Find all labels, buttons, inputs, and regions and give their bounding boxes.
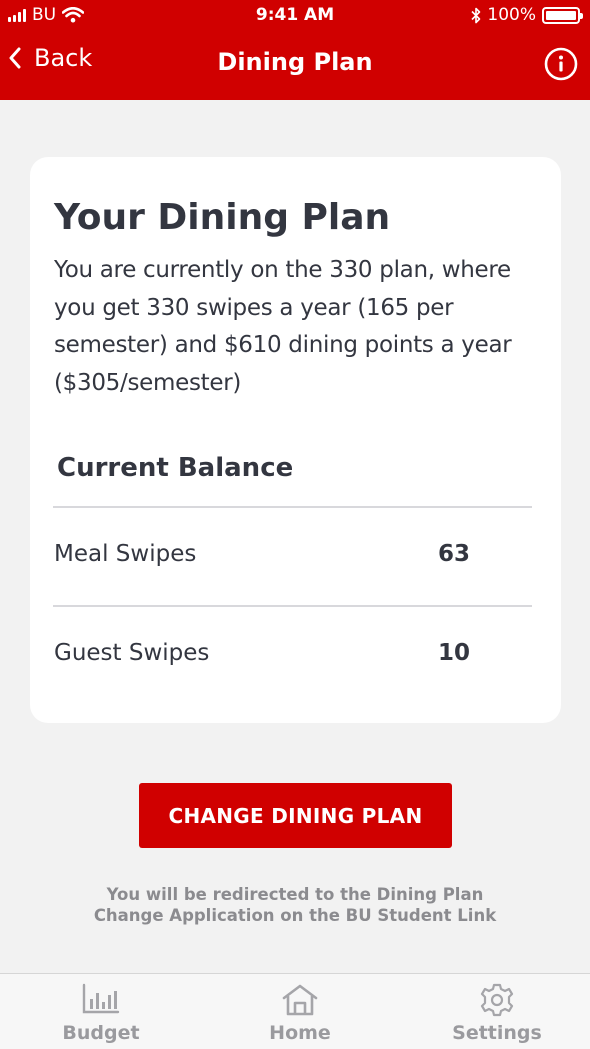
status-bar: BU 9:41 AM 100%: [0, 0, 590, 32]
app-header: BU 9:41 AM 100% Back Dining Plan: [0, 0, 590, 100]
tab-label: Budget: [62, 1022, 140, 1044]
info-button[interactable]: [544, 47, 578, 85]
redirect-note: You will be redirected to the Dining Pla…: [0, 884, 590, 926]
plan-description-line: semester) and $610 dining points a year: [54, 332, 512, 358]
redirect-note-line: Change Application on the BU Student Lin…: [93, 906, 497, 925]
tab-budget[interactable]: Budget: [26, 974, 176, 1049]
dining-plan-card: Your Dining Plan You are currently on th…: [30, 157, 561, 723]
divider: [53, 605, 532, 607]
tab-label: Home: [269, 1022, 331, 1044]
gear-icon: [480, 983, 514, 1017]
tab-home[interactable]: Home: [225, 974, 375, 1049]
meal-swipes-value: 63: [438, 541, 471, 567]
guest-swipes-label: Guest Swipes: [54, 640, 210, 666]
home-icon: [282, 984, 318, 1016]
tab-settings[interactable]: Settings: [422, 974, 572, 1049]
tab-bar: Budget Home Settings: [0, 973, 590, 1049]
bluetooth-icon: [471, 7, 481, 23]
battery-icon: [542, 6, 583, 24]
plan-description-line: ($305/semester): [54, 369, 242, 396]
meal-swipes-label: Meal Swipes: [54, 541, 197, 567]
back-button[interactable]: Back: [8, 44, 92, 72]
card-title: Your Dining Plan: [54, 197, 391, 238]
tab-label: Settings: [452, 1022, 542, 1044]
current-balance-heading: Current Balance: [57, 453, 294, 483]
divider: [53, 506, 532, 508]
navigation-bar: Back Dining Plan: [0, 36, 590, 92]
plan-description-line: You are currently on the 330 plan, where: [54, 257, 511, 283]
redirect-note-line: You will be redirected to the Dining Pla…: [106, 885, 484, 904]
info-icon: [544, 47, 578, 81]
bar-chart-icon: [82, 983, 120, 1014]
change-dining-plan-button[interactable]: CHANGE DINING PLAN: [139, 783, 452, 848]
plan-description-line: you get 330 swipes a year (165 per: [54, 294, 454, 321]
guest-swipes-value: 10: [438, 640, 471, 666]
status-right: 100%: [471, 5, 583, 25]
chevron-left-icon: [9, 47, 21, 69]
battery-percent: 100%: [487, 5, 536, 25]
plan-description: You are currently on the 330 plan, where…: [54, 252, 544, 402]
back-label: Back: [34, 44, 93, 72]
